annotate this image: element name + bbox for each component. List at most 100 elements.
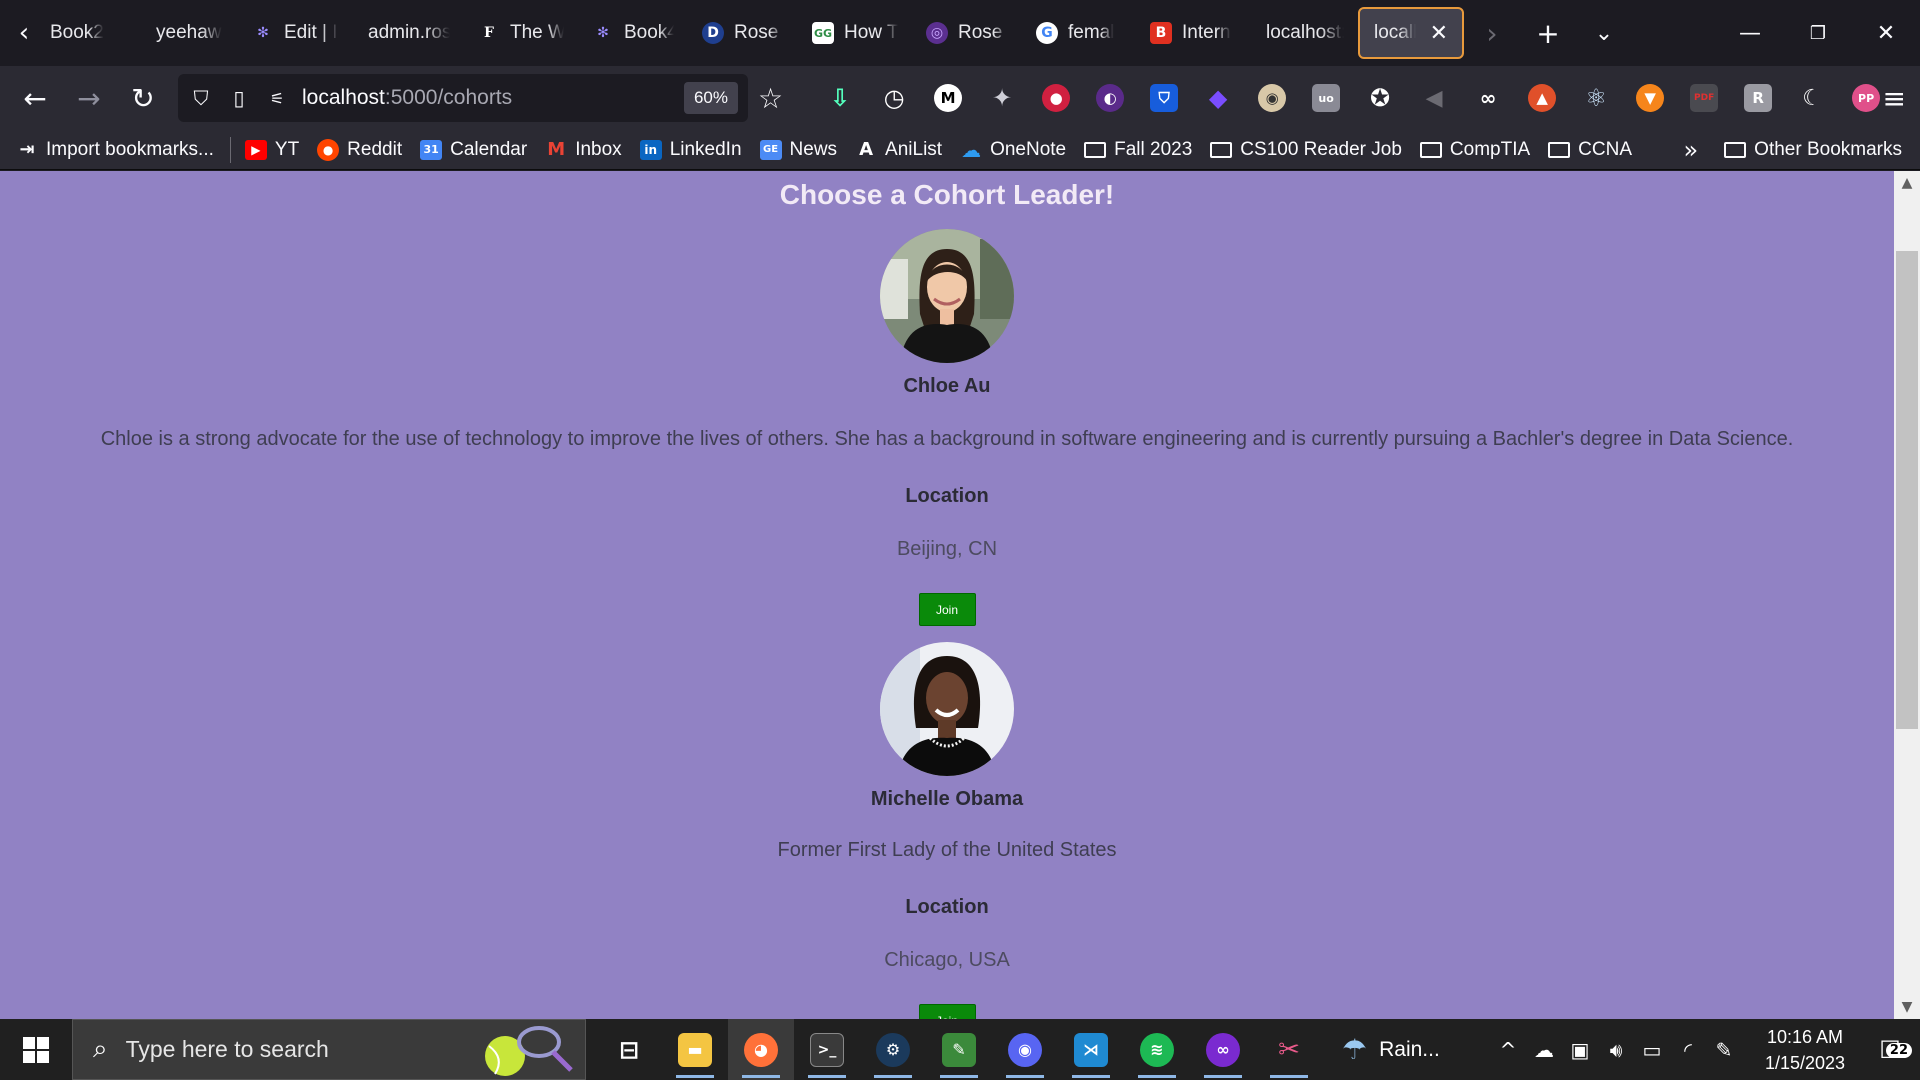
- tab-rose-1[interactable]: D Rose I: [688, 7, 798, 59]
- tab-yeehaw[interactable]: yeehaw: [128, 7, 238, 59]
- tab-the-w[interactable]: F The W: [464, 7, 578, 59]
- bookmark-linkedin[interactable]: in LinkedIn: [639, 139, 742, 161]
- shield-icon[interactable]: ⛉: [188, 85, 214, 111]
- bookmark-reddit[interactable]: ● Reddit: [317, 138, 402, 161]
- bookmark-calendar[interactable]: 31 Calendar: [420, 139, 527, 161]
- clock[interactable]: 10:16 AM 1/15/2023: [1750, 1024, 1860, 1076]
- wifi-icon[interactable]: ◜: [1670, 1038, 1706, 1062]
- taskbar-snipping-tool[interactable]: ✂: [1256, 1019, 1322, 1080]
- permissions-icon[interactable]: ⚟: [264, 85, 290, 111]
- extension-cookie[interactable]: ✪: [1353, 71, 1407, 125]
- meet-now-icon[interactable]: ▣: [1562, 1038, 1598, 1062]
- zoom-level-button[interactable]: 60%: [683, 82, 738, 114]
- tab-scroll-right-button[interactable]: ›: [1464, 0, 1520, 66]
- taskbar-steam[interactable]: ⚙: [860, 1019, 926, 1080]
- new-tab-button[interactable]: +: [1520, 0, 1576, 66]
- taskbar-firefox[interactable]: ◕: [728, 1019, 794, 1080]
- tab-how-t[interactable]: GG How T: [798, 7, 912, 59]
- tab-title: Book4: [624, 22, 674, 43]
- weather-widget[interactable]: ☂ Rain...: [1342, 1033, 1440, 1066]
- bookmark-inbox[interactable]: M Inbox: [545, 139, 621, 161]
- tab-book4[interactable]: ✻ Book4: [578, 7, 688, 59]
- volume-icon[interactable]: 🔊︎: [1598, 1038, 1634, 1062]
- extension-gray[interactable]: R: [1731, 71, 1785, 125]
- tab-scroll-left-button[interactable]: ‹: [0, 0, 48, 66]
- minimize-button[interactable]: —: [1716, 0, 1784, 66]
- extension-m[interactable]: M: [921, 71, 975, 125]
- tab-edit[interactable]: ✻ Edit | I: [238, 7, 354, 59]
- close-window-button[interactable]: ✕: [1852, 0, 1920, 66]
- extension-metamask[interactable]: ▼: [1623, 71, 1677, 125]
- taskbar-terminal[interactable]: >_: [794, 1019, 860, 1080]
- taskbar-spotify[interactable]: ≋: [1124, 1019, 1190, 1080]
- taskbar-discord[interactable]: ◉: [992, 1019, 1058, 1080]
- bookmark-yt[interactable]: ▶ YT: [244, 138, 300, 161]
- other-bookmarks[interactable]: Other Bookmarks: [1724, 139, 1902, 161]
- battery-icon[interactable]: ▭: [1634, 1038, 1670, 1062]
- scroll-up-icon[interactable]: ▲: [1894, 171, 1920, 195]
- taskbar-mask-app[interactable]: ∞: [1190, 1019, 1256, 1080]
- tab-admin[interactable]: admin.ros: [354, 7, 464, 59]
- extension-speaker[interactable]: ◀: [1407, 71, 1461, 125]
- bookmark-import[interactable]: ⇥ Import bookmarks...: [16, 139, 213, 161]
- bookmark-label: YT: [274, 138, 300, 160]
- extension-ublock[interactable]: uo: [1299, 71, 1353, 125]
- extension-pdf[interactable]: PDF: [1677, 71, 1731, 125]
- bookmark-folder-comptia[interactable]: CompTIA: [1419, 138, 1531, 161]
- chevron-double-right-icon[interactable]: »: [1683, 136, 1698, 164]
- bookmark-folder-cs100[interactable]: CS100 Reader Job: [1210, 139, 1402, 161]
- extension-owl[interactable]: ◉: [1245, 71, 1299, 125]
- bookmark-anilist[interactable]: A AniList: [855, 139, 942, 161]
- bookmark-folder-fall-2023[interactable]: Fall 2023: [1084, 139, 1192, 161]
- extension-react[interactable]: ⚛: [1569, 71, 1623, 125]
- bookmark-news[interactable]: GE News: [759, 139, 837, 161]
- list-all-tabs-button[interactable]: ⌄: [1576, 0, 1632, 66]
- scroll-down-icon[interactable]: ▼: [1894, 995, 1920, 1019]
- tab-female[interactable]: Gfemal: [1022, 7, 1136, 59]
- tab-localhost-active[interactable]: localhos ✕: [1358, 7, 1464, 59]
- task-view-button[interactable]: ⊟: [596, 1019, 662, 1080]
- show-hidden-icons-chevron-up-icon[interactable]: ^: [1490, 1038, 1526, 1062]
- taskbar-vscode[interactable]: ⋊: [1058, 1019, 1124, 1080]
- youtube-icon: ▶: [244, 139, 267, 160]
- page-icon[interactable]: ▯: [226, 85, 252, 111]
- close-tab-icon[interactable]: ✕: [1430, 21, 1448, 46]
- address-bar[interactable]: ⛉ ▯ ⚟ localhost:5000/cohorts 60%: [178, 74, 748, 122]
- extension-red-circle[interactable]: ●: [1029, 71, 1083, 125]
- restore-button[interactable]: ❐: [1784, 0, 1852, 66]
- reload-button[interactable]: ↻: [116, 71, 170, 125]
- extension-purple[interactable]: ◐: [1083, 71, 1137, 125]
- taskbar-notepad[interactable]: ✎: [926, 1019, 992, 1080]
- pen-icon[interactable]: ✎: [1706, 1038, 1742, 1062]
- tab-intern[interactable]: B Intern: [1136, 7, 1246, 59]
- url-text[interactable]: localhost:5000/cohorts: [302, 86, 672, 110]
- tab-rose-2[interactable]: ◎ Rose I: [912, 7, 1022, 59]
- bookmark-onenote[interactable]: ☁ OneNote: [960, 138, 1066, 162]
- extension-puzzle[interactable]: ✦: [975, 71, 1029, 125]
- bookmark-folder-ccna[interactable]: CCNA: [1548, 139, 1632, 161]
- tab-book2[interactable]: Book2: [48, 7, 128, 59]
- scroll-thumb[interactable]: [1896, 251, 1918, 729]
- history-button[interactable]: ◷: [867, 71, 921, 125]
- extension-fox-red[interactable]: ▲: [1515, 71, 1569, 125]
- onedrive-error-icon[interactable]: ☁: [1526, 1038, 1562, 1062]
- notification-center-button[interactable]: ☐ 22: [1860, 1036, 1920, 1064]
- join-button[interactable]: Join: [918, 593, 976, 626]
- hamburger-menu-icon[interactable]: ≡: [1883, 82, 1906, 115]
- bookmark-label: CompTIA: [1449, 138, 1531, 160]
- taskbar-file-explorer[interactable]: ▬: [662, 1019, 728, 1080]
- downloads-button[interactable]: ⇩: [813, 71, 867, 125]
- join-button[interactable]: Join: [918, 1004, 976, 1019]
- extension-layers[interactable]: ◆: [1191, 71, 1245, 125]
- tab-localhost-1[interactable]: localhost:5: [1246, 7, 1358, 59]
- extension-bitwarden[interactable]: ⛉: [1137, 71, 1191, 125]
- extension-glasses[interactable]: ∞: [1461, 71, 1515, 125]
- start-button[interactable]: [0, 1019, 72, 1080]
- extension-dark-reader[interactable]: ☾: [1785, 71, 1839, 125]
- folder-icon: [1419, 141, 1442, 158]
- page-scrollbar[interactable]: ▲ ▼: [1894, 171, 1920, 1019]
- taskbar-search-box[interactable]: ⌕ Type here to search: [72, 1019, 586, 1080]
- back-button[interactable]: ←: [8, 71, 62, 125]
- forward-button[interactable]: →: [62, 71, 116, 125]
- bookmark-star-icon[interactable]: ☆: [758, 82, 783, 115]
